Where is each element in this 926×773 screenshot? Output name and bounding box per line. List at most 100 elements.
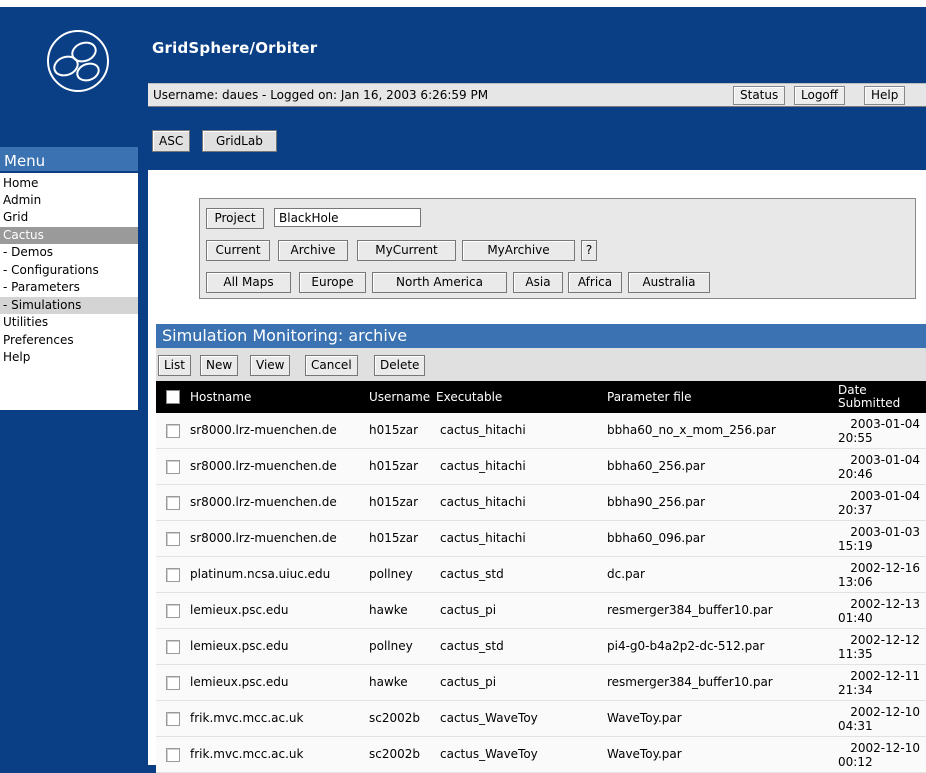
table-row[interactable]: sr8000.lrz-muenchen.de h015zar cactus_hita… (156, 485, 926, 521)
cell-executable: cactus_pi (440, 603, 497, 617)
map-australia-button[interactable]: Australia (628, 272, 710, 293)
map-europe-button[interactable]: Europe (299, 272, 366, 293)
filter-panel: Project Current Archive MyCurrent MyArch… (199, 198, 916, 299)
cell-time: 00:12 (838, 755, 873, 769)
status-button[interactable]: Status (733, 86, 786, 105)
sidebar-item-preferences[interactable]: Preferences (0, 332, 138, 349)
app-title: GridSphere/Orbiter (152, 39, 318, 57)
select-all-checkbox[interactable] (166, 390, 180, 404)
cell-date: 2002-12-12 (850, 633, 920, 647)
map-africa-button[interactable]: Africa (568, 272, 622, 293)
column-date-submitted[interactable]: Date Submitted (838, 381, 900, 413)
row-checkbox[interactable] (166, 424, 180, 438)
sidebar-item-configurations[interactable]: - Configurations (0, 262, 138, 279)
table-row[interactable]: frik.mvc.mcc.ac.uk sc2002b cactus_WaveToy W… (156, 701, 926, 737)
table-row[interactable]: frik.mvc.mcc.ac.uk sc2002b cactus_WaveToy W… (156, 737, 926, 773)
tab-asc[interactable]: ASC (152, 130, 191, 152)
sidebar-item-simulations[interactable]: - Simulations (0, 297, 138, 314)
row-checkbox[interactable] (166, 676, 180, 690)
filter-help-button[interactable]: ? (581, 240, 597, 261)
sidebar-item-help[interactable]: Help (0, 349, 138, 366)
cell-hostname: sr8000.lrz-muenchen.de (190, 495, 337, 509)
project-button[interactable]: Project (206, 208, 264, 229)
cell-parameter-file: resmerger384_buffer10.par (607, 675, 773, 689)
current-button[interactable]: Current (206, 240, 270, 261)
user-bar: Username: daues - Logged on: Jan 16, 200… (148, 83, 926, 107)
row-checkbox[interactable] (166, 640, 180, 654)
cell-executable: cactus_std (440, 639, 504, 653)
cell-parameter-file: bbha60_096.par (607, 531, 706, 545)
cell-hostname: sr8000.lrz-muenchen.de (190, 531, 337, 545)
cell-date: 2002-12-13 (850, 597, 920, 611)
table-row[interactable]: lemieux.psc.edu pollney cactus_std pi4-g0-b… (156, 629, 926, 665)
delete-button[interactable]: Delete (374, 355, 426, 376)
cell-date-submitted: 2003-01-04 20:37 (838, 485, 920, 520)
new-button[interactable]: New (200, 355, 239, 376)
cell-time: 15:19 (838, 539, 873, 553)
cell-date: 2002-12-16 (850, 561, 920, 575)
simulation-toolbar: List New View Cancel Delete (156, 348, 926, 381)
row-checkbox[interactable] (166, 568, 180, 582)
cell-username: h015zar (369, 423, 419, 437)
map-all-maps-button[interactable]: All Maps (206, 272, 291, 293)
archive-button[interactable]: Archive (278, 240, 348, 261)
cancel-button[interactable]: Cancel (305, 355, 358, 376)
row-checkbox[interactable] (166, 604, 180, 618)
row-checkbox[interactable] (166, 496, 180, 510)
column-parameter-file[interactable]: Parameter file (607, 381, 692, 413)
table-row[interactable]: lemieux.psc.edu hawke cactus_pi resmerger38… (156, 593, 926, 629)
sidebar-item-grid[interactable]: Grid (0, 209, 138, 226)
cell-date: 2003-01-04 (850, 417, 920, 431)
map-north-america-button[interactable]: North America (372, 272, 507, 293)
tab-gridlab[interactable]: GridLab (202, 130, 277, 152)
myarchive-button[interactable]: MyArchive (462, 240, 575, 261)
cell-parameter-file: resmerger384_buffer10.par (607, 603, 773, 617)
table-row[interactable]: sr8000.lrz-muenchen.de h015zar cactus_hita… (156, 449, 926, 485)
column-username[interactable]: Username (369, 381, 430, 413)
cell-date: 2003-01-04 (850, 453, 920, 467)
sidebar-item-admin[interactable]: Admin (0, 192, 138, 209)
column-date-line2: Submitted (838, 396, 901, 410)
cell-username: hawke (369, 675, 408, 689)
cell-time: 04:31 (838, 719, 873, 733)
gridsphere-logo-icon (47, 30, 109, 92)
sidebar-item-cactus[interactable]: Cactus (0, 227, 138, 244)
sidebar-item-utilities[interactable]: Utilities (0, 314, 138, 331)
cell-hostname: frik.mvc.mcc.ac.uk (190, 711, 304, 725)
sidebar-item-home[interactable]: Home (0, 175, 138, 192)
list-button[interactable]: List (158, 355, 191, 376)
map-asia-button[interactable]: Asia (513, 272, 563, 293)
cell-hostname: platinum.ncsa.uiuc.edu (190, 567, 331, 581)
cell-date-submitted: 2002-12-10 04:31 (838, 701, 920, 736)
logoff-button[interactable]: Logoff (794, 86, 846, 105)
cell-date-submitted: 2002-12-16 13:06 (838, 557, 920, 592)
sidebar-item-parameters[interactable]: - Parameters (0, 279, 138, 296)
cell-executable: cactus_hitachi (440, 531, 526, 545)
sidebar-item-demos[interactable]: - Demos (0, 244, 138, 261)
project-input[interactable] (274, 208, 421, 227)
view-button[interactable]: View (250, 355, 291, 376)
cell-executable: cactus_hitachi (440, 459, 526, 473)
menu-title: Menu (0, 147, 138, 171)
table-row[interactable]: sr8000.lrz-muenchen.de h015zar cactus_hita… (156, 521, 926, 557)
row-checkbox[interactable] (166, 712, 180, 726)
help-button[interactable]: Help (864, 86, 906, 105)
column-hostname[interactable]: Hostname (190, 381, 251, 413)
row-checkbox[interactable] (166, 748, 180, 762)
column-date-line1: Date (838, 383, 867, 397)
table-row[interactable]: platinum.ncsa.uiuc.edu pollney cactus_std d… (156, 557, 926, 593)
column-executable[interactable]: Executable (436, 381, 502, 413)
row-checkbox[interactable] (166, 460, 180, 474)
cell-hostname: lemieux.psc.edu (190, 603, 289, 617)
cell-executable: cactus_pi (440, 675, 497, 689)
cell-hostname: sr8000.lrz-muenchen.de (190, 459, 337, 473)
mycurrent-button[interactable]: MyCurrent (357, 240, 456, 261)
cell-date: 2002-12-11 (850, 669, 920, 683)
table-row[interactable]: lemieux.psc.edu hawke cactus_pi resmerger38… (156, 665, 926, 701)
table-row[interactable]: sr8000.lrz-muenchen.de h015zar cactus_hita… (156, 413, 926, 449)
sidebar-menu: Home Admin Grid Cactus - Demos - Configu… (0, 173, 138, 410)
row-checkbox[interactable] (166, 532, 180, 546)
cell-time: 20:46 (838, 467, 873, 481)
cell-executable: cactus_hitachi (440, 495, 526, 509)
cell-username: sc2002b (369, 711, 421, 725)
